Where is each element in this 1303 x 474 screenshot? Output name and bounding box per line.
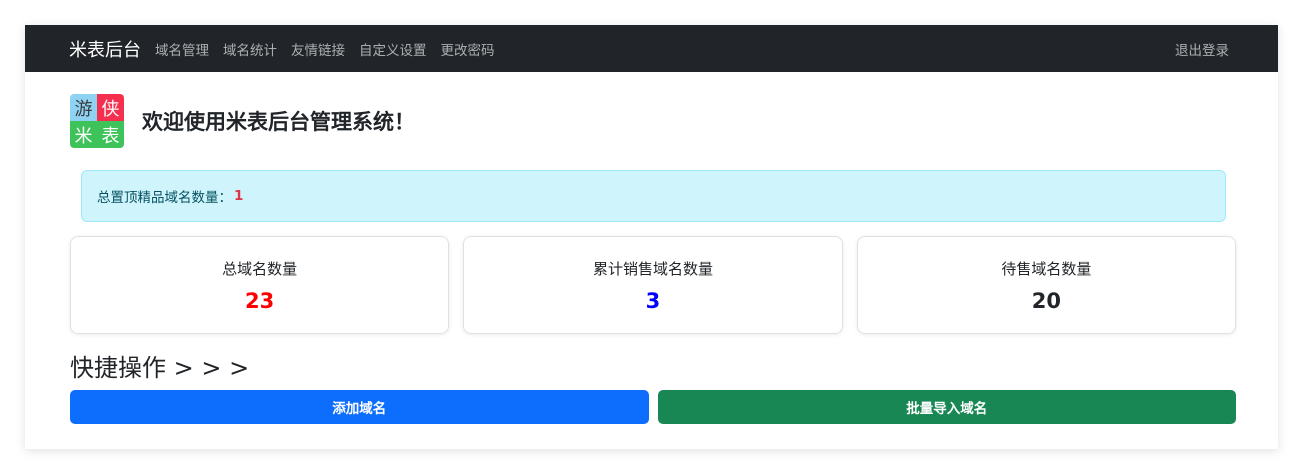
top-navbar: 米表后台 域名管理 域名统计 友情链接 自定义设置 更改密码 退出登录 <box>25 25 1278 72</box>
main-content: 游 侠 米 表 欢迎使用米表后台管理系统！ 总置顶精品域名数量： 1 总域名数量… <box>25 94 1278 424</box>
logo-char: 表 <box>97 121 124 148</box>
logo-char: 侠 <box>97 94 124 121</box>
stat-title: 待售域名数量 <box>1001 259 1092 278</box>
nav-custom-settings[interactable]: 自定义设置 <box>359 39 427 59</box>
stat-title: 累计销售域名数量 <box>592 259 713 278</box>
info-alert: 总置顶精品域名数量： 1 <box>81 170 1226 222</box>
nav-domain-management[interactable]: 域名管理 <box>155 39 209 59</box>
nav-links: 域名管理 域名统计 友情链接 自定义设置 更改密码 <box>155 39 509 59</box>
stats-cards: 总域名数量 23 累计销售域名数量 3 待售域名数量 20 <box>70 236 1236 334</box>
site-logo: 游 侠 米 表 <box>70 94 124 148</box>
add-domain-button[interactable]: 添加域名 <box>70 390 649 424</box>
admin-window: 米表后台 域名管理 域名统计 友情链接 自定义设置 更改密码 退出登录 游 侠 … <box>25 25 1278 449</box>
bulk-import-button[interactable]: 批量导入域名 <box>657 390 1236 424</box>
welcome-header: 游 侠 米 表 欢迎使用米表后台管理系统！ <box>70 94 1236 148</box>
logo-char: 米 <box>70 121 97 148</box>
nav-domain-statistics[interactable]: 域名统计 <box>223 39 277 59</box>
nav-change-password[interactable]: 更改密码 <box>441 39 495 59</box>
stat-value: 20 <box>1031 288 1061 313</box>
logout-link[interactable]: 退出登录 <box>1175 39 1229 59</box>
alert-label: 总置顶精品域名数量： <box>97 190 232 206</box>
quick-actions: 添加域名 批量导入域名 <box>70 390 1236 424</box>
navbar-brand[interactable]: 米表后台 <box>69 36 141 62</box>
logo-char: 游 <box>70 94 97 121</box>
page-title: 欢迎使用米表后台管理系统！ <box>142 110 415 134</box>
stat-card-sold: 累计销售域名数量 3 <box>463 236 843 334</box>
stat-card-for-sale: 待售域名数量 20 <box>856 236 1236 334</box>
stat-value: 3 <box>645 288 661 313</box>
quick-actions-title: 快捷操作 > > > <box>70 354 250 382</box>
alert-count: 1 <box>234 188 244 204</box>
stat-card-total: 总域名数量 23 <box>70 236 450 334</box>
nav-friend-links[interactable]: 友情链接 <box>291 39 345 59</box>
stat-title: 总域名数量 <box>222 259 298 278</box>
stat-value: 23 <box>245 288 275 313</box>
